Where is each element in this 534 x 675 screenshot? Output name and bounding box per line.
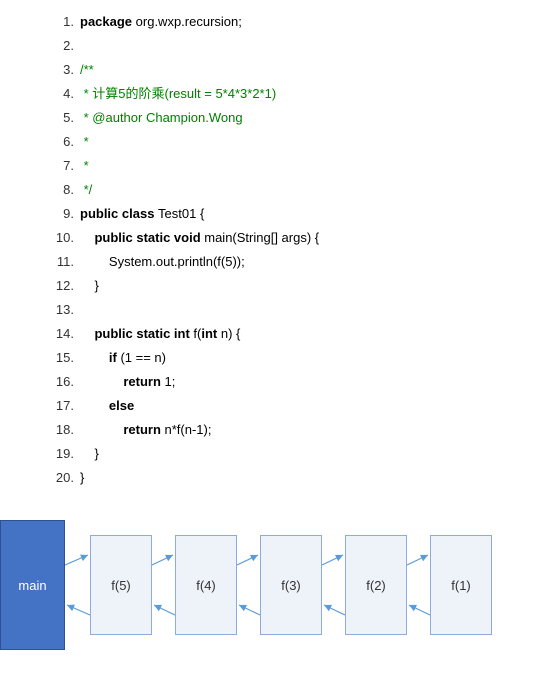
code-line: 19. } — [40, 442, 534, 466]
code-token: } — [80, 470, 84, 485]
code-token: /** — [80, 62, 94, 77]
line-number: 13. — [40, 298, 80, 322]
code-token: */ — [80, 182, 92, 197]
code-token: return — [123, 374, 164, 389]
code-content: } — [80, 274, 99, 298]
code-line: 13. — [40, 298, 534, 322]
code-content: public static void main(String[] args) { — [80, 226, 319, 250]
code-token: public static void — [94, 230, 204, 245]
code-token: System.out.println(f(5)); — [109, 254, 245, 269]
code-token: * 计算5的阶乘(result = 5*4*3*2*1) — [80, 86, 276, 101]
code-token: public static int — [94, 326, 193, 341]
code-token: (1 == n) — [120, 350, 166, 365]
code-line: 10. public static void main(String[] arg… — [40, 226, 534, 250]
code-token: if — [109, 350, 121, 365]
code-token: } — [94, 278, 98, 293]
code-line: 2. — [40, 34, 534, 58]
code-content: } — [80, 442, 99, 466]
diagram-fbox: f(2) — [345, 535, 407, 635]
code-content: public class Test01 { — [80, 202, 204, 226]
code-token: Test01 { — [158, 206, 204, 221]
code-token: 1; — [165, 374, 176, 389]
code-line: 1.package org.wxp.recursion; — [40, 10, 534, 34]
code-line: 6. * — [40, 130, 534, 154]
code-content: public static int f(int n) { — [80, 322, 240, 346]
line-number: 16. — [40, 370, 80, 394]
code-token: package — [80, 14, 136, 29]
code-line: 16. return 1; — [40, 370, 534, 394]
recursion-diagram: main f(5) f(4) f(3) f(2) f(1) — [0, 520, 520, 655]
code-token: org.wxp.recursion; — [136, 14, 242, 29]
code-line: 9.public class Test01 { — [40, 202, 534, 226]
line-number: 5. — [40, 106, 80, 130]
code-content: * 计算5的阶乘(result = 5*4*3*2*1) — [80, 82, 276, 106]
code-token: public class — [80, 206, 158, 221]
line-number: 2. — [40, 34, 80, 58]
code-token: n*f(n-1); — [165, 422, 212, 437]
code-token: * — [80, 158, 89, 173]
line-number: 8. — [40, 178, 80, 202]
code-block: 1.package org.wxp.recursion;2.3./**4. * … — [0, 10, 534, 490]
line-number: 19. — [40, 442, 80, 466]
code-line: 12. } — [40, 274, 534, 298]
code-content: else — [80, 394, 134, 418]
code-line: 7. * — [40, 154, 534, 178]
line-number: 3. — [40, 58, 80, 82]
line-number: 4. — [40, 82, 80, 106]
line-number: 15. — [40, 346, 80, 370]
line-number: 14. — [40, 322, 80, 346]
code-line: 17. else — [40, 394, 534, 418]
code-content: return n*f(n-1); — [80, 418, 211, 442]
code-token: * — [80, 134, 89, 149]
line-number: 20. — [40, 466, 80, 490]
line-number: 6. — [40, 130, 80, 154]
code-content: System.out.println(f(5)); — [80, 250, 245, 274]
code-token: main(String[] args) { — [204, 230, 319, 245]
code-content: package org.wxp.recursion; — [80, 10, 242, 34]
diagram-fbox: f(5) — [90, 535, 152, 635]
code-line: 3./** — [40, 58, 534, 82]
code-token: int — [201, 326, 221, 341]
diagram-main-box: main — [0, 520, 65, 650]
diagram-fbox: f(4) — [175, 535, 237, 635]
code-content: * — [80, 130, 89, 154]
code-line: 14. public static int f(int n) { — [40, 322, 534, 346]
code-token: } — [94, 446, 98, 461]
line-number: 12. — [40, 274, 80, 298]
code-token: * @author Champion.Wong — [80, 110, 243, 125]
code-line: 18. return n*f(n-1); — [40, 418, 534, 442]
line-number: 7. — [40, 154, 80, 178]
code-content: /** — [80, 58, 94, 82]
line-number: 10. — [40, 226, 80, 250]
code-line: 11. System.out.println(f(5)); — [40, 250, 534, 274]
diagram-fbox: f(3) — [260, 535, 322, 635]
code-content: return 1; — [80, 370, 175, 394]
diagram-fbox: f(1) — [430, 535, 492, 635]
line-number: 9. — [40, 202, 80, 226]
line-number: 18. — [40, 418, 80, 442]
code-line: 8. */ — [40, 178, 534, 202]
code-token: else — [109, 398, 134, 413]
code-line: 4. * 计算5的阶乘(result = 5*4*3*2*1) — [40, 82, 534, 106]
line-number: 17. — [40, 394, 80, 418]
line-number: 1. — [40, 10, 80, 34]
code-content: * @author Champion.Wong — [80, 106, 243, 130]
code-token: return — [123, 422, 164, 437]
code-token: n) { — [221, 326, 241, 341]
code-line: 15. if (1 == n) — [40, 346, 534, 370]
code-line: 20.} — [40, 466, 534, 490]
code-line: 5. * @author Champion.Wong — [40, 106, 534, 130]
code-content: if (1 == n) — [80, 346, 166, 370]
line-number: 11. — [40, 250, 80, 274]
code-content: */ — [80, 178, 92, 202]
code-content: * — [80, 154, 89, 178]
code-content: } — [80, 466, 84, 490]
